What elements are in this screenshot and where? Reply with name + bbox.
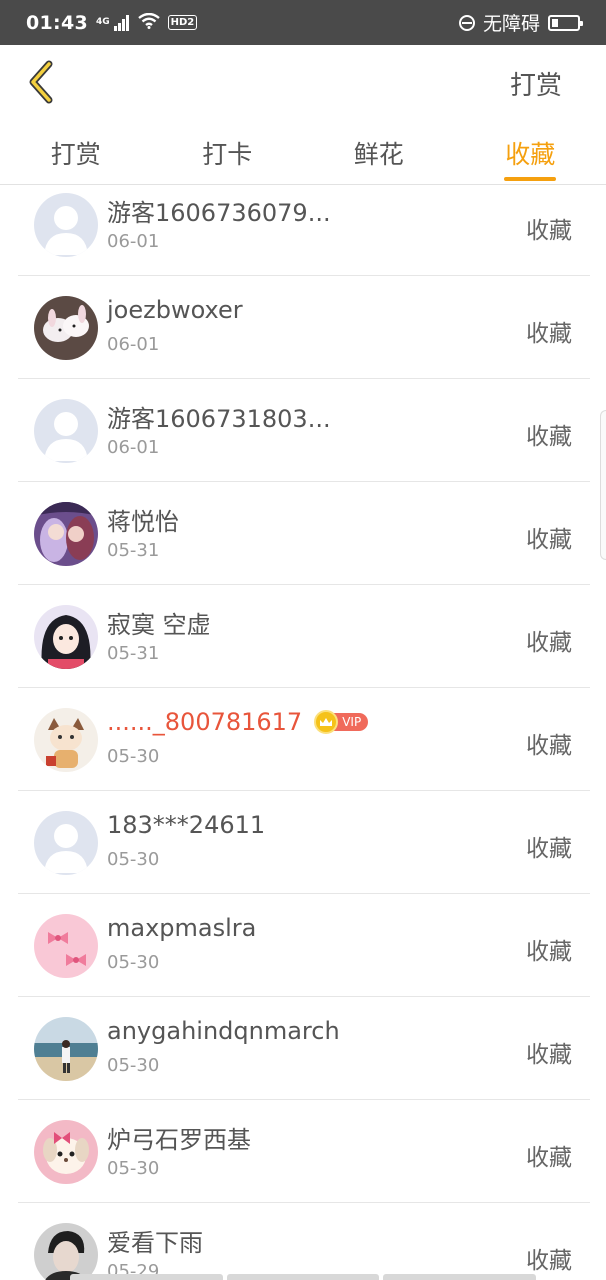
action-label: 收藏 — [526, 1248, 572, 1274]
action-label: 收藏 — [526, 836, 572, 862]
avatar — [34, 193, 98, 257]
date: 06-01 — [107, 437, 160, 458]
do-not-disturb-icon — [458, 14, 475, 31]
action-label: 收藏 — [526, 939, 572, 965]
tab-checkin[interactable]: 打卡 — [152, 119, 304, 184]
date: 05-30 — [107, 1055, 160, 1076]
action-label: 收藏 — [526, 630, 572, 656]
user-name: 183***24611 — [107, 811, 266, 839]
date: 05-30 — [107, 1158, 160, 1179]
avatar — [34, 605, 98, 669]
list-item[interactable]: 蒋悦怡 05-31 收藏 — [18, 482, 590, 585]
status-right: 无障碍 — [458, 9, 583, 36]
date: 05-30 — [107, 746, 160, 767]
tab-reward[interactable]: 打赏 — [0, 119, 152, 184]
user-name: 蒋悦怡 — [107, 508, 179, 536]
list-item[interactable]: 183***24611 05-30 收藏 — [18, 791, 590, 894]
user-name: ......_800781617 VIP — [107, 708, 369, 736]
clock: 01:43 — [26, 11, 88, 34]
tab-flowers[interactable]: 鲜花 — [303, 119, 455, 184]
user-name: 游客1606731803... — [107, 405, 331, 433]
user-name: 游客1606736079... — [107, 199, 331, 227]
edge-handle[interactable] — [600, 410, 606, 560]
status-bar: 01:43 4G HD2 无障碍 — [0, 0, 606, 45]
date: 06-01 — [107, 334, 160, 355]
back-button[interactable] — [20, 57, 60, 107]
wifi-icon — [137, 12, 160, 34]
battery-icon — [548, 14, 583, 31]
reward-button[interactable]: 打赏 — [510, 65, 562, 102]
action-label: 收藏 — [526, 527, 572, 553]
back-arrow-icon — [29, 60, 53, 104]
tab-bar: 打赏 打卡 鲜花 收藏 — [0, 119, 606, 185]
vip-badge: VIP — [314, 710, 369, 734]
list-item[interactable]: ......_800781617 VIP 05-30 收藏 — [18, 688, 590, 791]
top-nav-bar: 打赏 — [0, 45, 606, 119]
list-item[interactable]: maxpmaslra 05-30 收藏 — [18, 894, 590, 997]
avatar — [34, 296, 98, 360]
favorites-list[interactable]: 游客1606736079... 06-01 收藏 joezbwoxer 06-0… — [0, 186, 606, 1280]
date: 05-30 — [107, 952, 160, 973]
list-item[interactable]: joezbwoxer 06-01 收藏 — [18, 276, 590, 379]
user-name: joezbwoxer — [107, 296, 243, 324]
action-label: 收藏 — [526, 1042, 572, 1068]
avatar — [34, 1017, 98, 1081]
list-item[interactable]: anygahindqnmarch 05-30 收藏 — [18, 997, 590, 1100]
action-label: 收藏 — [526, 218, 572, 244]
date: 05-31 — [107, 643, 160, 664]
avatar — [34, 399, 98, 463]
date: 06-01 — [107, 231, 160, 252]
status-left: 01:43 4G HD2 — [26, 11, 198, 34]
action-label: 收藏 — [526, 733, 572, 759]
user-name: 炉弓石罗西基 — [107, 1126, 251, 1154]
list-item[interactable]: 寂寞 空虚 05-31 收藏 — [18, 585, 590, 688]
user-name: 寂寞 空虚 — [107, 611, 211, 639]
avatar — [34, 914, 98, 978]
list-item[interactable]: 游客1606731803... 06-01 收藏 — [18, 379, 590, 482]
list-item[interactable]: 游客1606736079... 06-01 收藏 — [18, 186, 590, 276]
user-name: anygahindqnmarch — [107, 1017, 340, 1045]
user-name: maxpmaslra — [107, 914, 257, 942]
action-label: 收藏 — [526, 1145, 572, 1171]
hd-voice-icon: HD2 — [167, 15, 198, 30]
avatar — [34, 1223, 98, 1280]
action-label: 收藏 — [526, 321, 572, 347]
avatar — [34, 1120, 98, 1184]
action-label: 收藏 — [526, 424, 572, 450]
date: 05-30 — [107, 849, 160, 870]
date: 05-31 — [107, 540, 160, 561]
list-item[interactable]: 爱看下雨 05-29 收藏 — [18, 1203, 590, 1280]
list-item[interactable]: 炉弓石罗西基 05-30 收藏 — [18, 1100, 590, 1203]
user-name: 爱看下雨 — [107, 1229, 203, 1257]
accessibility-label: 无障碍 — [482, 13, 540, 35]
avatar — [34, 502, 98, 566]
avatar — [34, 708, 98, 772]
avatar — [34, 811, 98, 875]
bottom-gesture-bar — [0, 1274, 606, 1280]
tab-favorites[interactable]: 收藏 — [455, 119, 606, 184]
cellular-signal-icon: 4G — [96, 14, 130, 31]
